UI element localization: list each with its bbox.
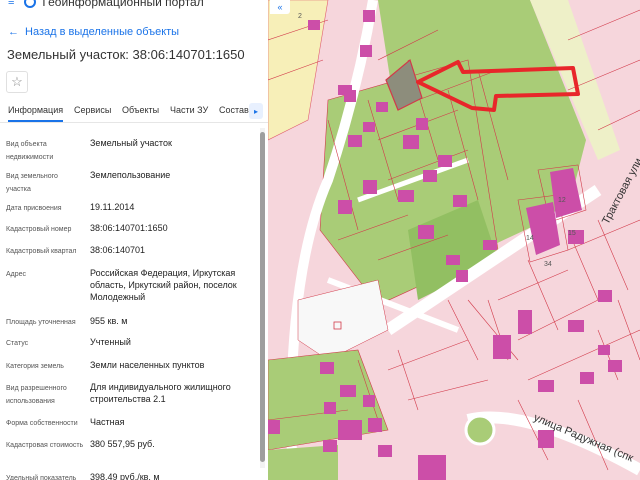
roundabout <box>464 414 496 446</box>
building <box>323 440 337 452</box>
property-value: Для индивидуального жилищного строительс… <box>90 382 231 404</box>
arrow-left-icon: ← <box>8 26 19 38</box>
property-value: 955 кв. м <box>90 316 128 326</box>
tab-parts[interactable]: Части ЗУ <box>170 105 208 115</box>
property-value: Российская Федерация, Иркутская область,… <box>90 268 237 302</box>
panel-scrollbar[interactable] <box>260 128 265 468</box>
building <box>268 420 280 434</box>
info-panel: ≡ Геоинформационный портал ← Назад в выд… <box>0 0 268 480</box>
property-label: Адрес <box>6 271 27 278</box>
building <box>418 455 446 480</box>
parcel-number-15: 15 <box>568 230 576 237</box>
building <box>403 135 419 149</box>
portal-logo-icon <box>24 0 37 8</box>
building <box>348 135 362 147</box>
building <box>398 190 414 202</box>
building <box>363 10 375 22</box>
building <box>338 200 352 214</box>
property-label: Категория земель <box>6 363 64 370</box>
menu-icon[interactable]: ≡ <box>8 0 14 8</box>
parcel-number-12: 12 <box>558 197 566 204</box>
property-label: Площадь уточненная <box>6 319 76 326</box>
property-value: 380 557,95 руб. <box>90 439 155 449</box>
property-label: Статус <box>6 340 29 347</box>
building <box>568 320 584 332</box>
app-header: ≡ Геоинформационный портал <box>0 0 268 12</box>
building <box>580 372 594 384</box>
cadastral-map[interactable]: Трактовая ули улица Радужная (спк 12 14 … <box>268 0 640 480</box>
building <box>493 335 511 359</box>
building <box>363 122 375 132</box>
property-value: Учтенный <box>90 337 131 347</box>
chevron-right-icon: ▸ <box>253 106 258 116</box>
property-label: Кадастровый квартал <box>6 248 77 255</box>
property-label: Вид объекта недвижимости <box>6 141 54 161</box>
building <box>418 225 434 239</box>
property-value: 38:06:140701 <box>90 245 146 255</box>
property-label: Дата присвоения <box>6 205 62 212</box>
property-value: 19.11.2014 <box>90 202 135 212</box>
building <box>518 310 532 334</box>
parcel-number-14: 14 <box>526 235 534 242</box>
building <box>320 362 334 374</box>
property-label: Форма собственности <box>6 420 78 427</box>
property-label: Удельный показатель <box>6 475 77 480</box>
building <box>340 385 356 397</box>
tab-composition[interactable]: Состав <box>219 105 249 115</box>
building <box>453 195 467 207</box>
back-label: Назад в выделенные объекты <box>25 26 180 38</box>
map-canvas[interactable]: Трактовая ули улица Радужная (спк 12 14 … <box>268 0 640 480</box>
building <box>538 380 554 392</box>
property-value: Земельный участок <box>90 138 172 148</box>
building <box>483 240 497 250</box>
parcel-number-34: 34 <box>544 261 552 268</box>
property-label: Вид разрешенного использования <box>6 385 67 405</box>
favorite-star-button[interactable]: ☆ <box>6 71 28 93</box>
property-label: Кадастровая стоимость <box>6 442 84 449</box>
building <box>344 90 356 102</box>
collapse-panel-button[interactable]: « <box>270 0 290 14</box>
tab-services[interactable]: Сервисы <box>74 105 111 115</box>
app-title: Геоинформационный портал <box>42 0 204 9</box>
back-to-selection-link[interactable]: ← Назад в выделенные объекты <box>8 26 179 38</box>
building <box>416 118 428 130</box>
building <box>338 420 362 440</box>
building <box>376 102 388 112</box>
property-label: Вид земельного участка <box>6 173 58 193</box>
building <box>360 45 372 57</box>
building <box>423 170 437 182</box>
tab-objects[interactable]: Объекты <box>122 105 159 115</box>
tab-bar: Информация Сервисы Объекты Части ЗУ Сост… <box>0 99 268 123</box>
property-value: 398,49 руб./кв. м <box>90 472 160 480</box>
building <box>438 155 452 167</box>
tab-info[interactable]: Информация <box>8 105 64 122</box>
building <box>598 290 612 302</box>
property-value: 38:06:140701:1650 <box>90 223 168 233</box>
app-root: ≡ Геоинформационный портал ← Назад в выд… <box>0 0 640 480</box>
object-title: Земельный участок: 38:06:140701:1650 <box>7 47 245 62</box>
building <box>363 180 377 194</box>
property-value: Земли населенных пунктов <box>90 360 205 370</box>
property-label: Кадастровый номер <box>6 226 72 233</box>
building <box>368 418 382 432</box>
property-value: Частная <box>90 417 125 427</box>
property-value: Землепользование <box>90 170 171 180</box>
building <box>598 345 610 355</box>
parcel-number-2: 2 <box>298 13 302 20</box>
tabs-scroll-right-button[interactable]: ▸ <box>249 103 263 119</box>
building <box>446 255 460 265</box>
building <box>538 430 554 448</box>
building <box>608 360 622 372</box>
star-icon: ☆ <box>11 74 23 89</box>
scrollbar-thumb[interactable] <box>260 132 265 462</box>
building <box>456 270 468 282</box>
building <box>363 395 375 407</box>
building <box>378 445 392 457</box>
building <box>308 20 320 30</box>
building <box>324 402 336 414</box>
double-chevron-left-icon: « <box>277 2 283 12</box>
